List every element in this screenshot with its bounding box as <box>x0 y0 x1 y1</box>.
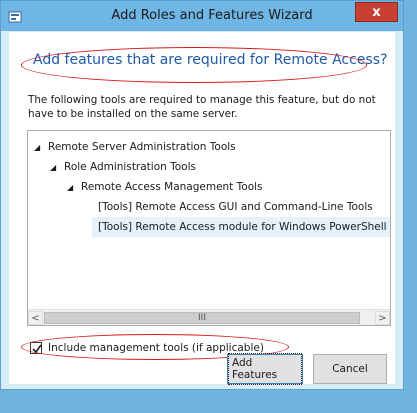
cancel-button[interactable]: Cancel <box>313 354 387 384</box>
desktop-background <box>404 0 417 413</box>
tree-item-role-admin-tools[interactable]: ◢ Role Administration Tools <box>50 157 386 177</box>
title-bar[interactable]: Add Roles and Features Wizard x <box>1 1 403 31</box>
horizontal-scrollbar[interactable]: < III > <box>28 309 390 325</box>
wizard-window: Add Roles and Features Wizard x Add feat… <box>0 0 404 390</box>
scroll-right-icon[interactable]: > <box>375 311 390 325</box>
checkmark-icon <box>32 344 42 354</box>
expand-arrow-icon[interactable]: ◢ <box>50 158 64 178</box>
dialog-heading: Add features that are required for Remot… <box>33 52 388 68</box>
window-title: Add Roles and Features Wizard <box>111 8 313 23</box>
add-features-button[interactable]: Add Features <box>227 353 303 385</box>
close-button[interactable]: x <box>355 2 398 22</box>
tree-item-ra-powershell-module[interactable]: [Tools] Remote Access module for Windows… <box>92 217 390 237</box>
dialog-description: The following tools are required to mana… <box>28 94 376 120</box>
expand-arrow-icon[interactable]: ◢ <box>34 138 48 158</box>
tree-item-ra-gui-cmdline-tools[interactable]: [Tools] Remote Access GUI and Command-Li… <box>98 197 390 217</box>
dialog-content: Add features that are required for Remot… <box>9 32 395 385</box>
features-tree[interactable]: ◢ Remote Server Administration Tools ◢ Rol… <box>27 130 391 326</box>
scroll-left-icon[interactable]: < <box>28 311 43 325</box>
scroll-grip-icon: III <box>198 313 206 323</box>
tree-item-remote-access-mgmt-tools[interactable]: ◢ Remote Access Management Tools <box>67 177 387 197</box>
tree-item-remote-server-admin-tools[interactable]: ◢ Remote Server Administration Tools <box>34 137 386 157</box>
close-icon: x <box>372 4 381 20</box>
scroll-thumb[interactable]: III <box>44 312 360 324</box>
include-tools-checkbox[interactable] <box>30 342 42 354</box>
expand-arrow-icon[interactable]: ◢ <box>67 178 81 198</box>
